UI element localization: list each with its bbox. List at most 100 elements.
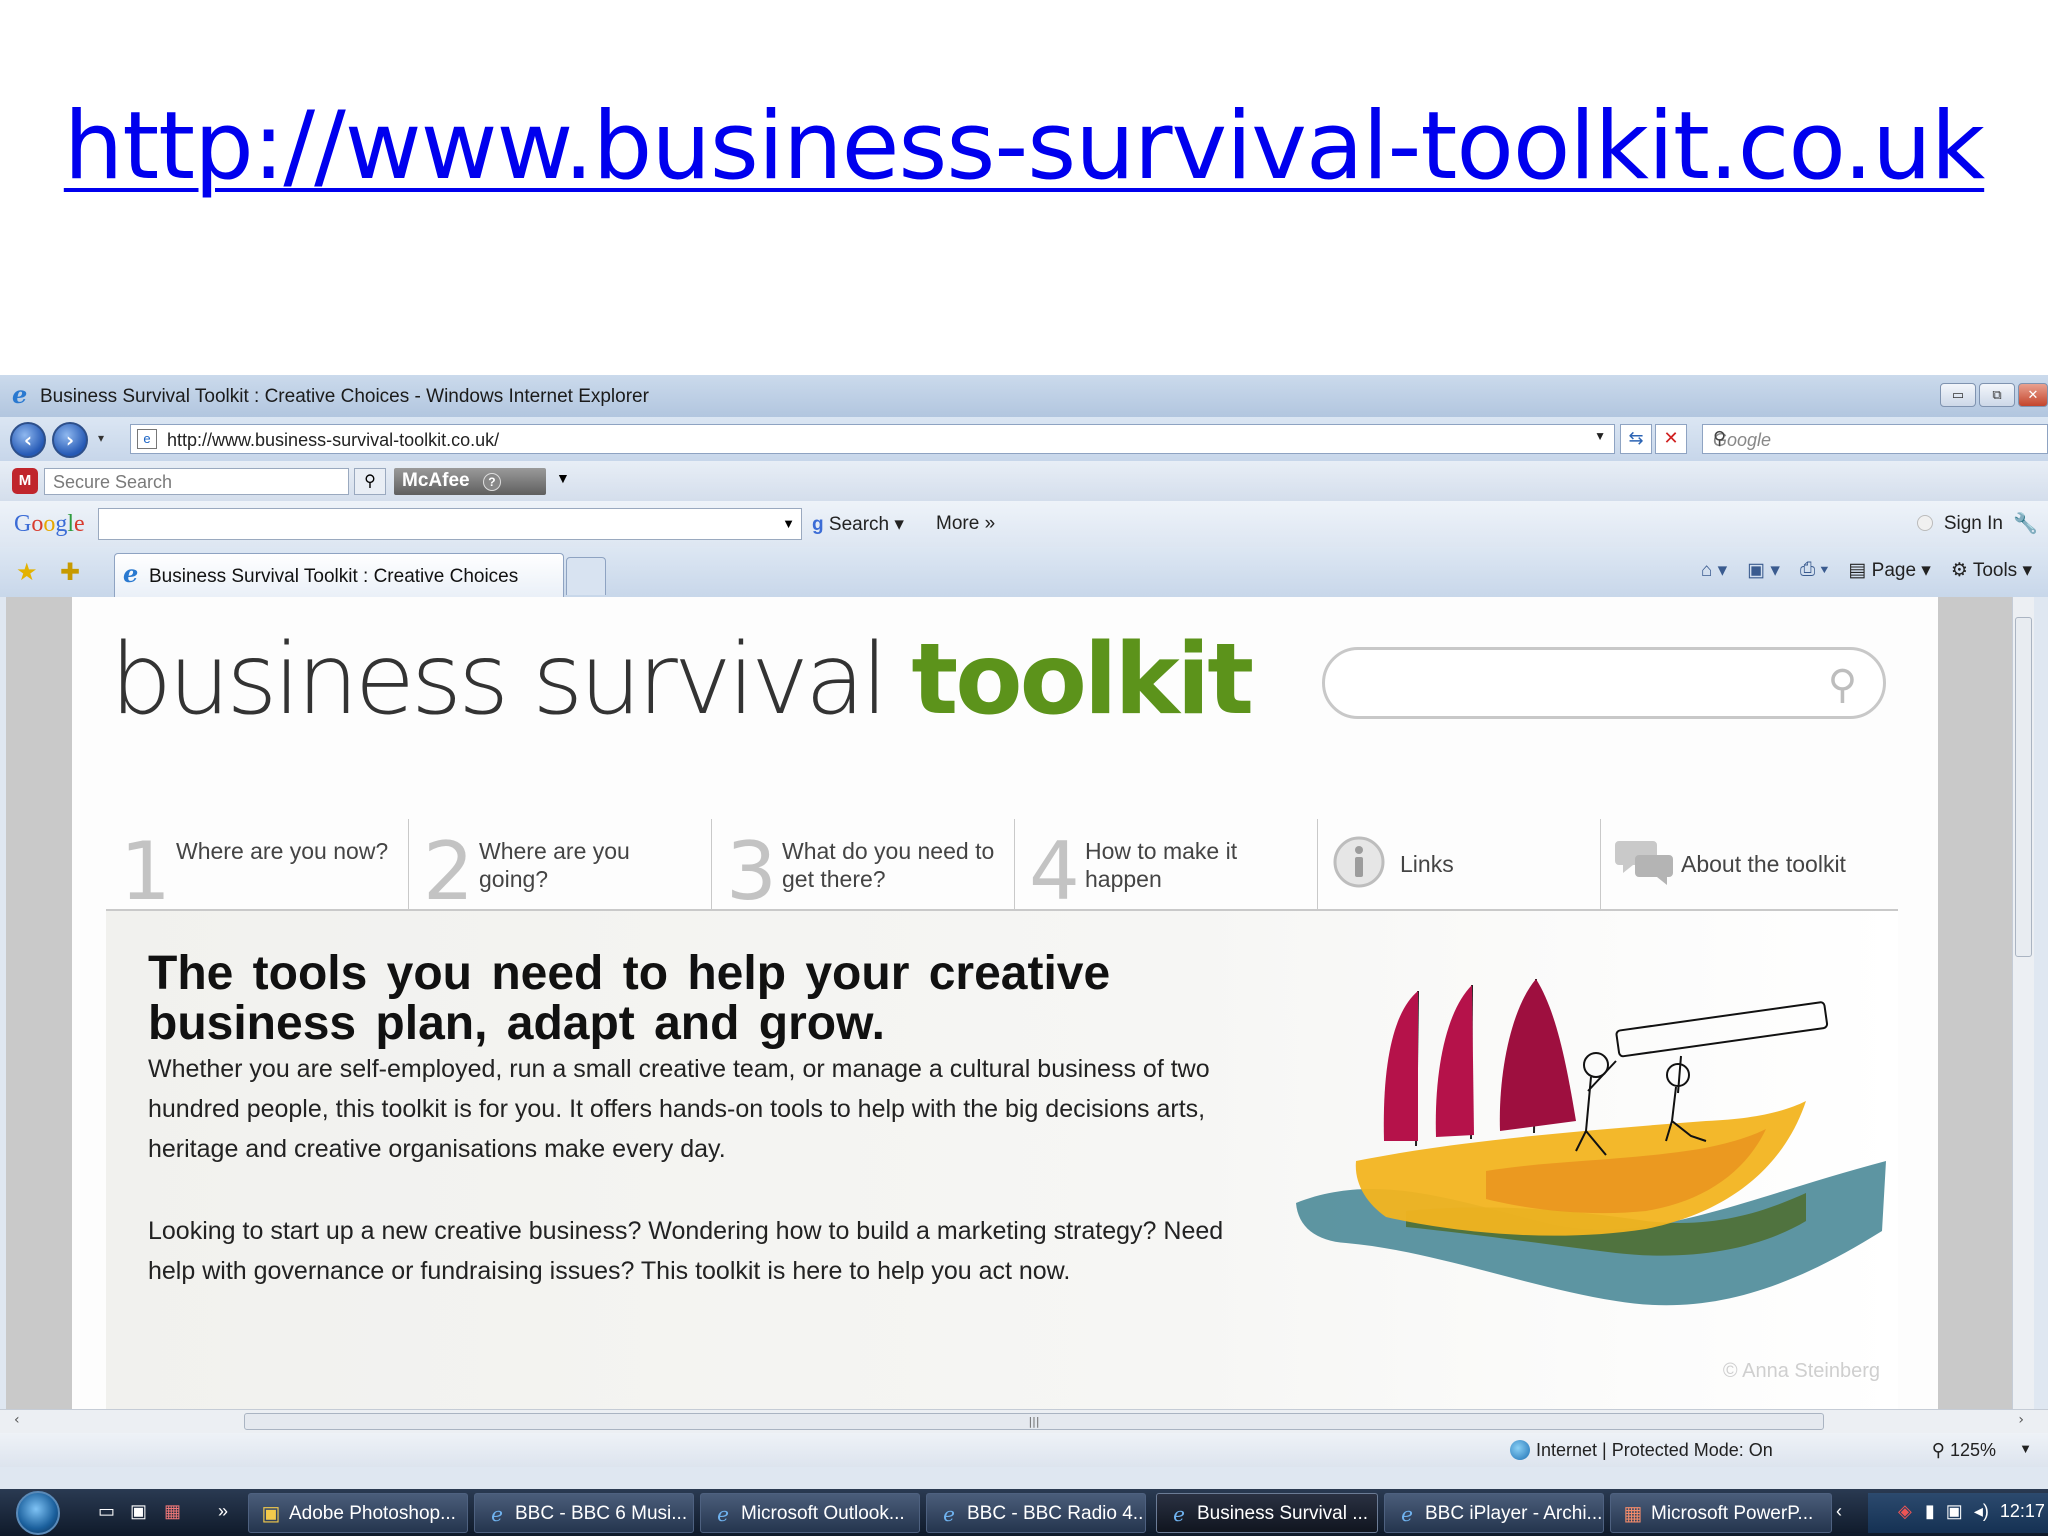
nav-item-how-to-make-it-happen[interactable]: 4 How to make it happen	[1015, 819, 1318, 918]
sign-in-button[interactable]: Sign In	[1916, 513, 2003, 535]
add-favorites-icon[interactable]: ✚	[60, 558, 80, 587]
volume-icon[interactable]: ◂)	[1974, 1501, 1989, 1521]
google-more-button[interactable]: More »	[936, 513, 995, 535]
taskbar-button[interactable]: e BBC - BBC 6 Musi...	[474, 1493, 694, 1533]
url-text[interactable]: http://www.business-survival-toolkit.co.…	[167, 430, 499, 451]
history-dropdown-icon[interactable]: ▾	[98, 431, 104, 445]
mcafee-button[interactable]: McAfee ?	[394, 468, 546, 495]
clock[interactable]: 12:17	[2000, 1501, 2045, 1521]
zoom-level[interactable]: ⚲ 125%	[1932, 1440, 1996, 1461]
page-icon: e	[137, 429, 157, 449]
mcafee-tray-icon[interactable]: ◈	[1898, 1501, 1912, 1521]
print-icon[interactable]: ⎙ ▾	[1800, 559, 1828, 582]
vertical-scrollbar[interactable]	[2012, 597, 2034, 1409]
google-search-input[interactable]: ▼	[98, 508, 802, 540]
forward-button[interactable]: ›	[52, 422, 88, 458]
browser-window: Business Survival Toolkit : Creative Cho…	[0, 375, 2048, 1489]
taskbar-button-label: BBC - BBC Radio 4...	[967, 1503, 1146, 1524]
horizontal-scroll-thumb[interactable]: |||	[244, 1413, 1824, 1430]
slide-title: http://www.business-survival-toolkit.co.…	[0, 92, 2048, 201]
secure-search-button[interactable]: ⚲	[354, 468, 386, 495]
nav-label: Where are you going?	[479, 838, 630, 892]
new-tab-button[interactable]	[566, 557, 606, 595]
taskbar-button-active[interactable]: e Business Survival ...	[1156, 1493, 1378, 1533]
taskbar-button[interactable]: e BBC - BBC Radio 4...	[926, 1493, 1146, 1533]
google-dropdown-icon[interactable]: ▼	[782, 516, 795, 531]
scroll-right-icon[interactable]: ›	[2018, 1412, 2024, 1428]
mcafee-toolbar: M Secure Search ⚲ McAfee ? ▼	[0, 461, 2048, 501]
feeds-icon[interactable]: ▣ ▾	[1747, 559, 1780, 582]
site-search-input[interactable]: ⚲	[1322, 647, 1886, 719]
address-bar: ‹ › ▾ e http://www.business-survival-too…	[0, 417, 2048, 461]
site-nav: 1 Where are you now? 2 Where are you goi…	[106, 819, 1898, 918]
zoom-dropdown-icon[interactable]: ▼	[2019, 1441, 2032, 1456]
power-icon[interactable]: ▮	[1925, 1501, 1935, 1521]
more-quicklaunch-icon[interactable]: »	[218, 1501, 228, 1522]
taskbar-button-label: Microsoft Outlook...	[741, 1503, 905, 1524]
nav-item-what-do-you-need[interactable]: 3 What do you need to get there?	[712, 819, 1015, 918]
stop-button[interactable]: ✕	[1655, 424, 1687, 454]
tab-business-survival[interactable]: Business Survival Toolkit : Creative Cho…	[114, 553, 564, 597]
site-url-link[interactable]: http://www.business-survival-toolkit.co.…	[64, 92, 1985, 201]
google-search-button[interactable]: g Search ▾	[812, 513, 904, 536]
taskbar-button[interactable]: e BBC iPlayer - Archi...	[1384, 1493, 1604, 1533]
refresh-button[interactable]: ⇆	[1620, 424, 1652, 454]
logo-text-main: business survival	[110, 623, 912, 737]
web-page: business survival toolkit ⚲ 1 Where are …	[72, 597, 1938, 1409]
security-zone[interactable]: Internet | Protected Mode: On	[1510, 1440, 1773, 1461]
close-button[interactable]: ✕	[2018, 383, 2048, 407]
globe-icon	[1510, 1440, 1530, 1460]
ie-icon: e	[717, 1502, 729, 1526]
hero-paragraph-2: Looking to start up a new creative busin…	[148, 1217, 1224, 1285]
mcafee-dropdown-icon[interactable]: ▼	[556, 470, 570, 486]
info-icon	[1333, 836, 1385, 888]
nav-label: Where are you now?	[176, 838, 389, 864]
horizontal-scrollbar[interactable]: ‹ ||| ›	[0, 1409, 2048, 1433]
home-icon[interactable]: ⌂ ▾	[1701, 559, 1727, 582]
nav-item-where-are-you-going[interactable]: 2 Where are you going?	[409, 819, 712, 918]
search-icon[interactable]: ⚲	[1713, 428, 2035, 449]
vertical-scroll-thumb[interactable]	[2015, 617, 2032, 957]
hero-paragraph-1: Whether you are self-employed, run a sma…	[148, 1055, 1210, 1163]
taskbar-button[interactable]: ▦ Microsoft PowerP...	[1610, 1493, 1832, 1533]
logo-text-toolkit: toolkit	[911, 623, 1254, 737]
taskbar-button[interactable]: ▣ Adobe Photoshop...	[248, 1493, 468, 1533]
maximize-button[interactable]: ⧉	[1979, 383, 2015, 407]
tools-menu[interactable]: ⚙ Tools ▾	[1951, 559, 2032, 582]
site-logo[interactable]: business survival toolkit	[110, 623, 1254, 737]
taskbar-button-label: BBC iPlayer - Archi...	[1425, 1503, 1603, 1524]
powerpoint-quicklaunch-icon[interactable]: ▦	[164, 1501, 181, 1522]
nav-label: How to make it happen	[1085, 838, 1238, 892]
image-credit: © Anna Steinberg	[1722, 1360, 1880, 1382]
url-field[interactable]: e http://www.business-survival-toolkit.c…	[130, 424, 1615, 454]
window-titlebar: Business Survival Toolkit : Creative Cho…	[0, 375, 2048, 417]
favorites-star-icon[interactable]: ★	[16, 558, 38, 587]
scroll-left-icon[interactable]: ‹	[14, 1412, 20, 1428]
nav-item-where-are-you-now[interactable]: 1 Where are you now?	[106, 819, 409, 918]
boat-illustration	[1296, 978, 1886, 1306]
secure-search-input[interactable]: Secure Search	[44, 468, 349, 495]
help-icon[interactable]: ?	[482, 473, 501, 491]
ie-icon	[12, 380, 32, 409]
url-dropdown-icon[interactable]: ▼	[1594, 429, 1606, 443]
show-desktop-icon[interactable]: ▭	[98, 1501, 115, 1522]
nav-item-about-the-toolkit[interactable]: About the toolkit	[1601, 819, 1898, 909]
back-button[interactable]: ‹	[10, 422, 46, 458]
wrench-icon[interactable]: 🔧	[2013, 511, 2038, 536]
taskbar-button-label: Business Survival ...	[1197, 1503, 1369, 1524]
tray-expand-icon[interactable]: ‹	[1836, 1501, 1842, 1522]
powerpoint-icon: ▦	[1623, 1503, 1643, 1525]
site-search-icon[interactable]: ⚲	[1828, 662, 1857, 708]
hero-heading: The tools you need to help your creative…	[148, 947, 1111, 1050]
start-button[interactable]	[16, 1491, 60, 1535]
mcafee-shield-icon[interactable]: M	[12, 468, 38, 494]
nav-item-links[interactable]: Links	[1318, 819, 1601, 909]
network-icon[interactable]: ▣	[1946, 1501, 1963, 1521]
taskbar-button-label: Adobe Photoshop...	[289, 1503, 456, 1524]
nav-label: About the toolkit	[1681, 851, 1846, 877]
minimize-button[interactable]: ▭	[1940, 383, 1976, 407]
switch-windows-icon[interactable]: ▣	[130, 1501, 147, 1522]
page-menu[interactable]: ▤ Page ▾	[1848, 559, 1930, 582]
taskbar-button[interactable]: e Microsoft Outlook...	[700, 1493, 920, 1533]
browser-search-input[interactable]: Google ⚲	[1702, 424, 2048, 454]
